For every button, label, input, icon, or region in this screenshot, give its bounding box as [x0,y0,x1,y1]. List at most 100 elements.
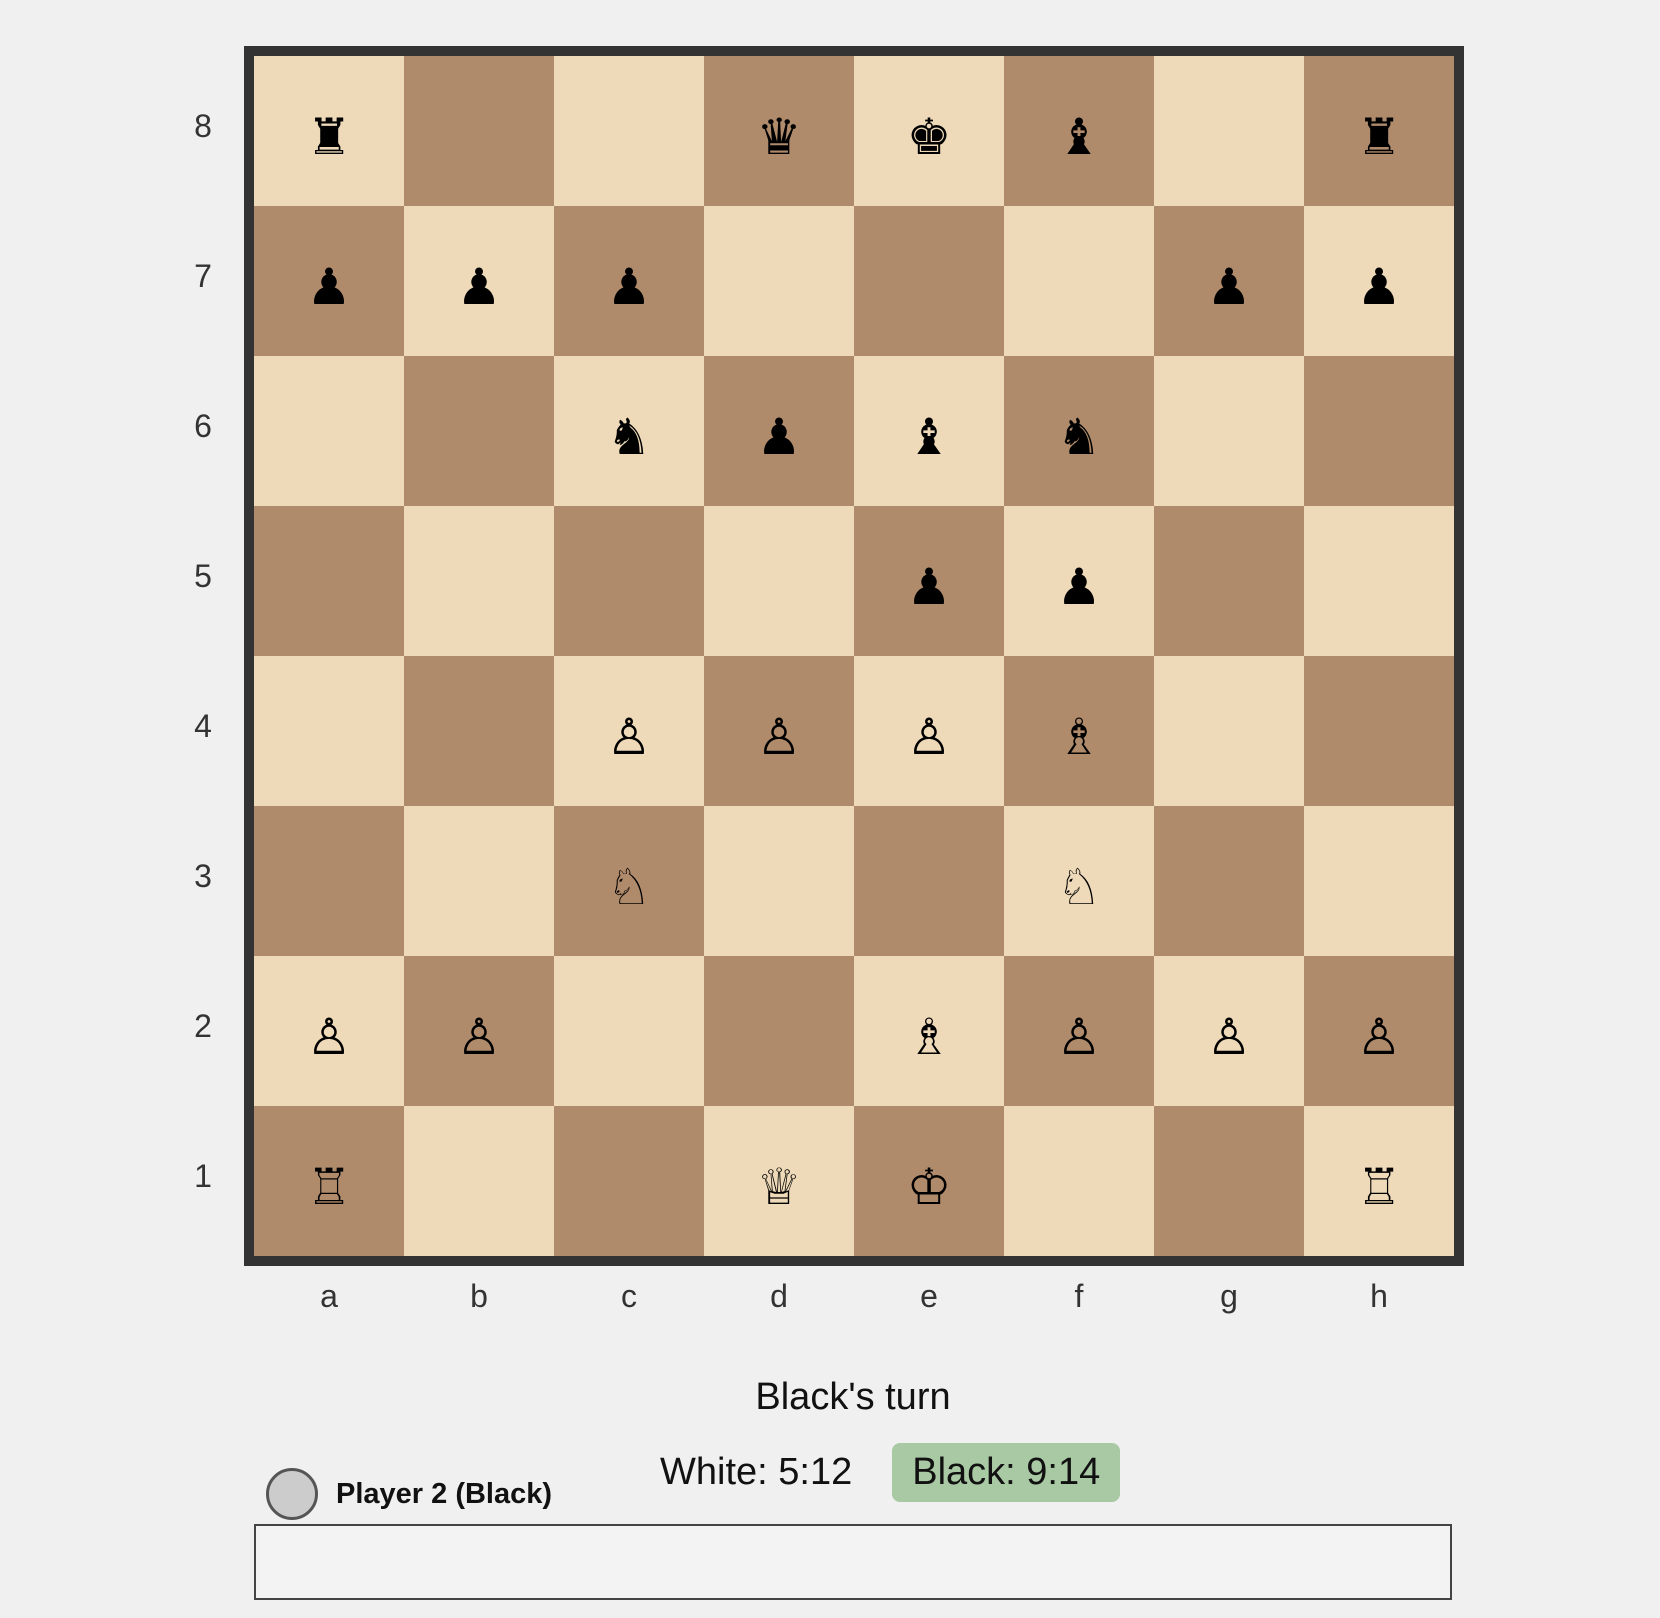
square-h6[interactable] [1304,356,1454,506]
chess-piece[interactable]: ♛ [757,112,802,162]
chess-piece[interactable]: ♙ [307,1012,352,1062]
square-e5[interactable]: ♟ [854,506,1004,656]
square-g3[interactable] [1154,806,1304,956]
chess-piece[interactable]: ♗ [1057,712,1102,762]
square-g6[interactable] [1154,356,1304,506]
square-g2[interactable]: ♙ [1154,956,1304,1106]
square-a2[interactable]: ♙ [254,956,404,1106]
rank-label: 6 [194,408,212,444]
square-f5[interactable]: ♟ [1004,506,1154,656]
chess-piece[interactable]: ♟ [1357,262,1402,312]
square-e4[interactable]: ♙ [854,656,1004,806]
chess-piece[interactable]: ♙ [1357,1012,1402,1062]
chess-piece[interactable]: ♞ [607,412,652,462]
chess-piece[interactable]: ♟ [757,412,802,462]
square-h1[interactable]: ♖ [1304,1106,1454,1256]
chess-piece[interactable]: ♙ [457,1012,502,1062]
square-e3[interactable] [854,806,1004,956]
square-h5[interactable] [1304,506,1454,656]
chess-piece[interactable]: ♞ [1057,412,1102,462]
square-e7[interactable] [854,206,1004,356]
chess-piece[interactable]: ♟ [457,262,502,312]
square-b4[interactable] [404,656,554,806]
square-c8[interactable] [554,56,704,206]
square-d6[interactable]: ♟ [704,356,854,506]
square-d8[interactable]: ♛ [704,56,854,206]
square-d1[interactable]: ♕ [704,1106,854,1256]
chess-piece[interactable]: ♔ [907,1162,952,1212]
square-b3[interactable] [404,806,554,956]
square-h2[interactable]: ♙ [1304,956,1454,1106]
square-a3[interactable] [254,806,404,956]
square-c1[interactable] [554,1106,704,1256]
square-c4[interactable]: ♙ [554,656,704,806]
square-b2[interactable]: ♙ [404,956,554,1106]
chess-piece[interactable]: ♝ [907,412,952,462]
chess-piece[interactable]: ♙ [1207,1012,1252,1062]
square-c7[interactable]: ♟ [554,206,704,356]
square-f6[interactable]: ♞ [1004,356,1154,506]
square-b7[interactable]: ♟ [404,206,554,356]
square-a1[interactable]: ♖ [254,1106,404,1256]
square-b1[interactable] [404,1106,554,1256]
square-f1[interactable] [1004,1106,1154,1256]
chess-piece[interactable]: ♖ [307,1162,352,1212]
chess-piece[interactable]: ♜ [307,112,352,162]
square-g7[interactable]: ♟ [1154,206,1304,356]
square-g8[interactable] [1154,56,1304,206]
chess-piece[interactable]: ♗ [907,1012,952,1062]
square-d4[interactable]: ♙ [704,656,854,806]
square-d2[interactable] [704,956,854,1106]
chess-piece[interactable]: ♚ [907,112,952,162]
square-d3[interactable] [704,806,854,956]
chess-piece[interactable]: ♟ [1057,562,1102,612]
chess-piece[interactable]: ♜ [1357,112,1402,162]
square-h3[interactable] [1304,806,1454,956]
square-c3[interactable]: ♘ [554,806,704,956]
chess-piece[interactable]: ♟ [1207,262,1252,312]
move-input-box[interactable] [254,1524,1452,1600]
square-e2[interactable]: ♗ [854,956,1004,1106]
square-g5[interactable] [1154,506,1304,656]
square-b5[interactable] [404,506,554,656]
square-a4[interactable] [254,656,404,806]
square-e6[interactable]: ♝ [854,356,1004,506]
square-b8[interactable] [404,56,554,206]
chess-piece[interactable]: ♘ [607,862,652,912]
chess-piece[interactable]: ♖ [1357,1162,1402,1212]
square-c6[interactable]: ♞ [554,356,704,506]
file-label: h [1370,1278,1388,1314]
chess-piece[interactable]: ♟ [307,262,352,312]
square-f2[interactable]: ♙ [1004,956,1154,1106]
square-a6[interactable] [254,356,404,506]
chess-piece[interactable]: ♙ [607,712,652,762]
square-c2[interactable] [554,956,704,1106]
chess-piece[interactable]: ♟ [607,262,652,312]
square-d5[interactable] [704,506,854,656]
square-h7[interactable]: ♟ [1304,206,1454,356]
chess-piece[interactable]: ♙ [1057,1012,1102,1062]
square-e8[interactable]: ♚ [854,56,1004,206]
chess-piece[interactable]: ♕ [757,1162,802,1212]
square-a5[interactable] [254,506,404,656]
white-clock: White: 5:12 [660,1450,853,1493]
chess-piece[interactable]: ♙ [907,712,952,762]
square-g1[interactable] [1154,1106,1304,1256]
square-f4[interactable]: ♗ [1004,656,1154,806]
square-d7[interactable] [704,206,854,356]
square-b6[interactable] [404,356,554,506]
square-g4[interactable] [1154,656,1304,806]
square-f8[interactable]: ♝ [1004,56,1154,206]
square-c5[interactable] [554,506,704,656]
chess-piece[interactable]: ♝ [1057,112,1102,162]
square-f3[interactable]: ♘ [1004,806,1154,956]
square-a7[interactable]: ♟ [254,206,404,356]
chess-piece[interactable]: ♘ [1057,862,1102,912]
square-f7[interactable] [1004,206,1154,356]
square-e1[interactable]: ♔ [854,1106,1004,1256]
chess-piece[interactable]: ♙ [757,712,802,762]
square-a8[interactable]: ♜ [254,56,404,206]
square-h4[interactable] [1304,656,1454,806]
square-h8[interactable]: ♜ [1304,56,1454,206]
chess-piece[interactable]: ♟ [907,562,952,612]
